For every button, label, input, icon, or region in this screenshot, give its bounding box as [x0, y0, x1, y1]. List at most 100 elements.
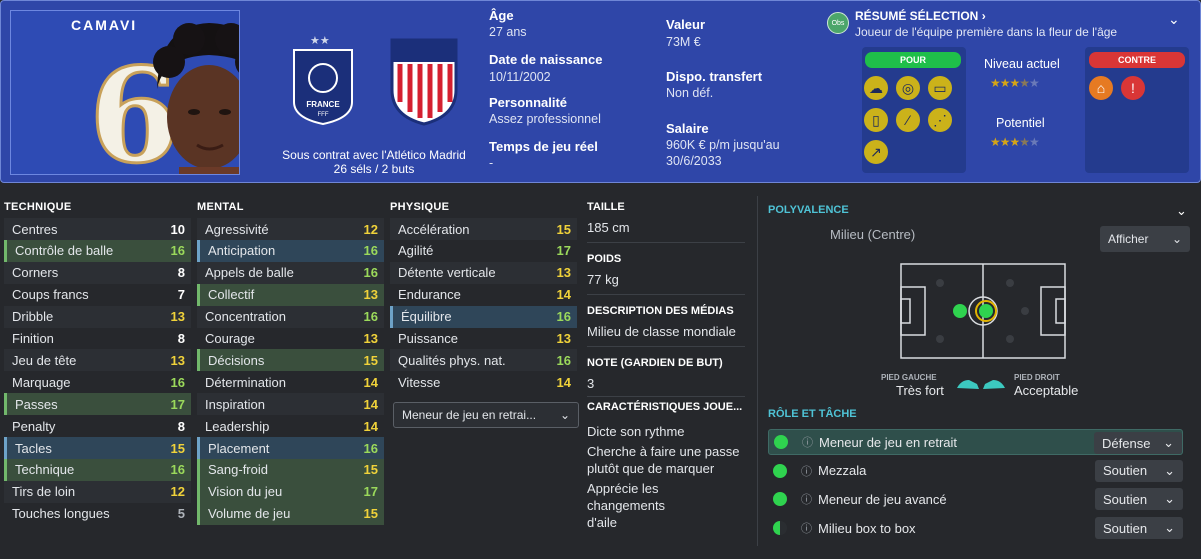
attribute-label: Décisions: [208, 352, 265, 368]
media-value: Milieu de classe mondiale: [587, 324, 736, 339]
attribute-value: 16: [170, 374, 185, 390]
attribute-value: 8: [177, 331, 185, 346]
duty-dropdown[interactable]: Défense ⌄: [1094, 432, 1182, 454]
contract-info: Sous contrat avec l'Atlético Madrid 26 s…: [250, 148, 498, 176]
attribute-row[interactable]: Dribble 13: [4, 305, 191, 328]
attribute-row[interactable]: Vitesse 14: [390, 371, 577, 394]
attribute-row[interactable]: Anticipation 16: [197, 239, 384, 262]
attribute-value: 13: [556, 265, 571, 281]
position-dot: [953, 304, 967, 318]
attribute-row[interactable]: Touches longues 5: [4, 502, 191, 525]
attribute-row[interactable]: Passes 17: [4, 393, 191, 416]
ball-warning-icon[interactable]: !: [1119, 74, 1147, 102]
attribute-row[interactable]: Jeu de tête 13: [4, 349, 191, 372]
info-icon[interactable]: ⓘ: [802, 434, 813, 450]
info-icon[interactable]: ⓘ: [801, 491, 812, 507]
passes-icon[interactable]: ⋰: [926, 106, 954, 134]
attribute-label: Inspiration: [205, 396, 265, 412]
value-label: Valeur: [666, 17, 706, 32]
attribute-row[interactable]: Décisions 15: [197, 349, 384, 372]
attribute-row[interactable]: Volume de jeu 15: [197, 502, 384, 525]
attribute-value: 12: [170, 484, 185, 500]
role-row[interactable]: ⓘ Milieu box to box Soutien ⌄: [768, 515, 1183, 541]
role-row[interactable]: ⓘ Mezzala Soutien ⌄: [768, 458, 1183, 484]
transfer-value: Non déf.: [666, 86, 714, 100]
attribute-row[interactable]: Corners 8: [4, 261, 191, 284]
scout-summary-title[interactable]: RÉSUMÉ SÉLECTION ›: [855, 9, 986, 23]
attribute-row[interactable]: Inspiration 14: [197, 393, 384, 416]
attribute-row[interactable]: Endurance 14: [390, 283, 577, 306]
role-row[interactable]: ⓘ Meneur de jeu avancé Soutien ⌄: [768, 486, 1183, 512]
attribute-value: 15: [363, 352, 378, 368]
pitch-icon[interactable]: ▭: [926, 74, 954, 102]
gk-label: NOTE (GARDIEN DE BUT): [587, 357, 723, 369]
attribute-row[interactable]: Sang-froid 15: [197, 458, 384, 481]
half-star-icon: ★: [1019, 76, 1030, 90]
attribute-row[interactable]: Coups francs 7: [4, 283, 191, 306]
duty-dropdown[interactable]: Soutien ⌄: [1095, 459, 1183, 482]
attribute-label: Endurance: [398, 287, 461, 303]
attribute-label: Détente verticale: [398, 265, 496, 281]
attribute-row[interactable]: Penalty 8: [4, 415, 191, 438]
attribute-row[interactable]: Puissance 13: [390, 327, 577, 350]
attribute-row[interactable]: Équilibre 16: [390, 305, 577, 328]
attribute-row[interactable]: Centres 10: [4, 218, 191, 240]
duty-dropdown[interactable]: Soutien ⌄: [1095, 517, 1183, 540]
attribute-row[interactable]: Accélération 15: [390, 218, 577, 240]
cards-icon[interactable]: ▯: [862, 106, 890, 134]
player-name[interactable]: CAMAVI: [71, 17, 137, 33]
attribute-row[interactable]: Tirs de loin 12: [4, 480, 191, 503]
role-select-dropdown[interactable]: Meneur de jeu en retrai... ⌄: [393, 402, 579, 428]
france-badge[interactable]: ★★ FRANCE FFF: [288, 32, 358, 127]
role-suitability-dot: [773, 463, 787, 478]
info-icon[interactable]: ⓘ: [801, 520, 812, 536]
attribute-label: Équilibre: [401, 309, 452, 325]
divider: [587, 396, 745, 397]
chevron-down-icon: ⌄: [1164, 491, 1175, 507]
chevron-down-icon[interactable]: ⌄: [1176, 203, 1187, 219]
attribute-row[interactable]: Tacles 15: [4, 437, 191, 459]
attribute-row[interactable]: Marquage 16: [4, 371, 191, 394]
info-icon[interactable]: ⓘ: [801, 463, 812, 479]
role-row[interactable]: ⓘ Meneur de jeu en retrait Défense ⌄: [768, 429, 1183, 455]
position-pitch[interactable]: [900, 263, 1066, 359]
attribute-row[interactable]: Courage 13: [197, 327, 384, 350]
duty-dropdown[interactable]: Soutien ⌄: [1095, 488, 1183, 511]
attribute-row[interactable]: Leadership 14: [197, 415, 384, 438]
show-button[interactable]: Afficher ⌄: [1100, 226, 1190, 252]
empty-star-icon: ★: [1029, 135, 1040, 149]
chevron-down-icon: ⌄: [1164, 520, 1175, 536]
dribble-icon[interactable]: ↗: [862, 138, 890, 166]
france-sub: FFF: [318, 112, 329, 118]
media-label: DESCRIPTION DES MÉDIAS: [587, 305, 734, 317]
attribute-row[interactable]: Agressivité 12: [197, 218, 384, 240]
svg-text:★★: ★★: [310, 35, 330, 47]
attribute-row[interactable]: Technique 16: [4, 458, 191, 481]
attribute-row[interactable]: Vision du jeu 17: [197, 480, 384, 503]
attribute-row[interactable]: Contrôle de balle 16: [4, 239, 191, 262]
attribute-row[interactable]: Concentration 16: [197, 305, 384, 328]
attribute-row[interactable]: Détente verticale 13: [390, 261, 577, 284]
attribute-label: Leadership: [205, 418, 270, 434]
height-label: TAILLE: [587, 201, 625, 213]
attribute-value: 13: [556, 331, 571, 346]
attribute-row[interactable]: Qualités phys. nat. 16: [390, 349, 577, 372]
contre-panel: CONTRE ⌂ !: [1085, 47, 1189, 173]
attribute-row[interactable]: Appels de balle 16: [197, 261, 384, 284]
attribute-row[interactable]: Collectif 13: [197, 283, 384, 306]
chevron-down-icon[interactable]: ⌄: [1168, 11, 1180, 28]
role-suitability-dot: [774, 435, 788, 449]
attribute-row[interactable]: Détermination 14: [197, 371, 384, 394]
target-icon[interactable]: ◎: [894, 74, 922, 102]
club-badge[interactable]: [388, 32, 460, 127]
attribute-label: Touches longues: [12, 506, 110, 522]
goal-icon[interactable]: ⌂: [1087, 74, 1115, 102]
scout-avatar[interactable]: Obs: [827, 12, 849, 34]
age-label: Âge: [489, 8, 514, 23]
attribute-row[interactable]: Agilité 17: [390, 239, 577, 262]
brain-icon[interactable]: ☁: [862, 74, 890, 102]
attribute-row[interactable]: Finition 8: [4, 327, 191, 350]
shoe-icon[interactable]: ⁄: [894, 106, 922, 134]
attribute-value: 16: [556, 309, 571, 325]
attribute-row[interactable]: Placement 16: [197, 437, 384, 459]
